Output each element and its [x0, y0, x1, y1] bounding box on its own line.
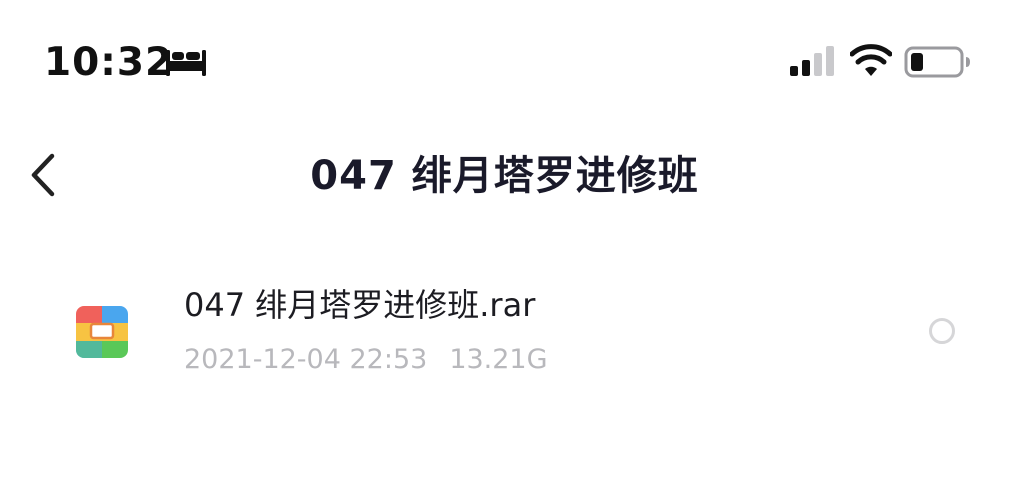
select-radio-button[interactable]	[929, 318, 955, 344]
page-title: 047 绯月塔罗进修班	[310, 153, 699, 199]
file-name: 047 绯月塔罗进修班.rar	[184, 286, 536, 324]
status-time: 10:32	[44, 40, 174, 85]
status-bar: 10:32	[0, 0, 1009, 110]
archive-file-icon	[76, 306, 128, 358]
file-date: 2021-12-04 22:53	[184, 344, 428, 375]
file-size: 13.21G	[449, 344, 548, 375]
file-meta: 2021-12-04 22:53 13.21G	[184, 342, 548, 378]
cellular-signal-icon	[790, 46, 834, 76]
navigation-bar: 047 绯月塔罗进修班	[0, 130, 1009, 220]
battery-icon	[904, 46, 970, 78]
wifi-icon	[850, 44, 892, 76]
bed-icon	[166, 50, 206, 76]
file-list-item[interactable]: 047 绯月塔罗进修班.rar 2021-12-04 22:53 13.21G	[0, 270, 1009, 390]
